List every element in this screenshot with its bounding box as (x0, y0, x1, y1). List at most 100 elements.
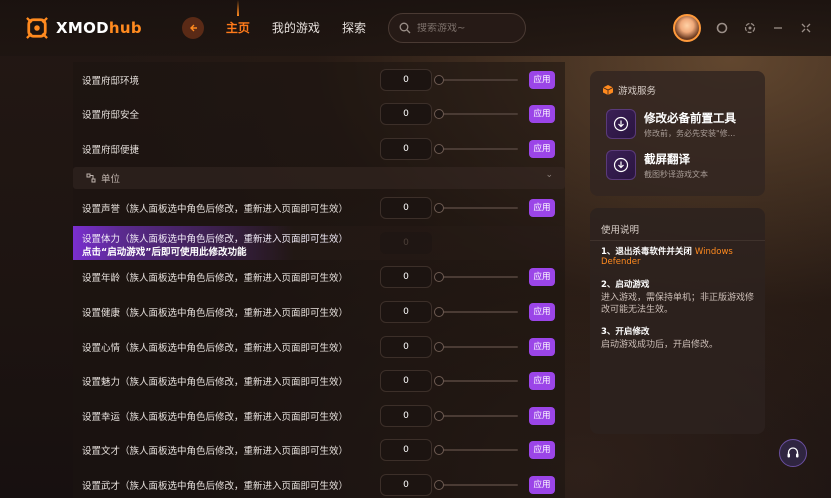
value-slider[interactable] (434, 203, 518, 213)
service-subtitle: 截图秒译游戏文本 (644, 169, 708, 179)
slider-thumb[interactable] (434, 342, 444, 352)
nav-home[interactable]: 主页 (226, 0, 250, 56)
apply-button[interactable]: 应用 (529, 338, 555, 356)
slider-thumb[interactable] (434, 203, 444, 213)
step-body: 进入游戏，需保持单机；非正版游戏修改可能无法生效。 (601, 293, 755, 315)
slider-thumb[interactable] (434, 109, 444, 119)
apply-button[interactable]: 应用 (529, 140, 555, 158)
list-item: 设置心情（族人面板选中角色后修改，重新进入页面即可生效） 0 应用 (73, 330, 565, 364)
apply-button[interactable]: 应用 (529, 268, 555, 286)
minimize-icon[interactable] (771, 21, 785, 35)
value-input[interactable]: 0 (380, 336, 432, 358)
settings-icon[interactable] (743, 21, 757, 35)
customer-support-button[interactable] (779, 439, 807, 467)
search-input[interactable] (416, 22, 517, 34)
services-header: 游戏服务 (602, 83, 656, 97)
back-button[interactable] (181, 17, 204, 39)
slider-thumb[interactable] (434, 144, 444, 154)
value-input[interactable]: 0 (380, 138, 432, 160)
list-item: 设置幸运（族人面板选中角色后修改，重新进入页面即可生效） 0 应用 (73, 399, 565, 433)
value-input[interactable]: 0 (380, 197, 432, 219)
value-slider[interactable] (434, 411, 518, 421)
row-label: 设置心情（族人面板选中角色后修改，重新进入页面即可生效） (82, 343, 349, 354)
services-title: 游戏服务 (618, 86, 657, 97)
value-slider[interactable] (434, 445, 518, 455)
usage-instructions-panel: 使用说明 1、退出杀毒软件并关闭 Windows Defender 2、启动游戏… (590, 208, 765, 434)
apply-button[interactable]: 应用 (529, 441, 555, 459)
search-box[interactable] (387, 13, 526, 43)
slider-thumb[interactable] (434, 307, 444, 317)
value-slider[interactable] (434, 109, 518, 119)
slider-thumb[interactable] (434, 445, 444, 455)
service-subtitle: 修改前，务必先安装"修... (644, 128, 736, 138)
user-avatar[interactable] (673, 14, 701, 42)
value-slider[interactable] (434, 75, 518, 85)
value-input[interactable]: 0 (380, 69, 432, 91)
slider-thumb[interactable] (434, 376, 444, 386)
list-item: 设置府邸便捷 0 应用 (73, 132, 565, 166)
row-label: 设置武才（族人面板选中角色后修改，重新进入页面即可生效） (82, 481, 349, 492)
xmod-logo-icon (26, 17, 48, 39)
close-icon[interactable] (799, 21, 813, 35)
apply-button[interactable]: 应用 (529, 407, 555, 425)
step-title-text: 1、退出杀毒软件并关闭 (601, 247, 692, 257)
row-label: 设置体力（族人面板选中角色后修改，重新进入页面即可生效） (82, 234, 349, 245)
apply-button[interactable]: 应用 (529, 476, 555, 494)
box-icon (602, 85, 614, 95)
help-step-1: 1、退出杀毒软件并关闭 Windows Defender (601, 245, 759, 267)
help-step-3: 3、开启修改 启动游戏成功后，开启修改。 (601, 325, 759, 351)
value-input[interactable]: 0 (380, 405, 432, 427)
list-item: 设置武才（族人面板选中角色后修改，重新进入页面即可生效） 0 应用 (73, 468, 565, 498)
list-item: 设置声誉（族人面板选中角色后修改，重新进入页面即可生效） 0 应用 (73, 191, 565, 225)
unit-icon (86, 173, 96, 183)
logo-prefix: XMOD (56, 19, 109, 37)
nav-my-games[interactable]: 我的游戏 (272, 0, 320, 56)
row-label: 设置府邸安全 (82, 110, 140, 121)
list-item: 设置府邸环境 0 应用 (73, 63, 565, 97)
apply-button[interactable]: 应用 (529, 71, 555, 89)
apply-button[interactable]: 应用 (529, 372, 555, 390)
row-label: 设置府邸便捷 (82, 145, 140, 156)
value-input[interactable]: 0 (380, 301, 432, 323)
cheat-list: 设置府邸环境 0 应用 设置府邸安全 0 应用 设置府邸便捷 0 应用 单位 ⌄… (73, 62, 565, 498)
slider-thumb[interactable] (434, 272, 444, 282)
step-title: 3、开启修改 (601, 327, 650, 337)
section-header-unit[interactable]: 单位 ⌄ (73, 167, 565, 189)
slider-thumb[interactable] (434, 411, 444, 421)
value-input[interactable]: 0 (380, 266, 432, 288)
arrow-left-icon (189, 24, 197, 32)
value-input[interactable]: 0 (380, 370, 432, 392)
nav-explore[interactable]: 探索 (342, 0, 366, 56)
service-title: 修改必备前置工具 (644, 110, 736, 125)
list-item: 设置健康（族人面板选中角色后修改，重新进入页面即可生效） 0 应用 (73, 295, 565, 329)
row-label: 设置魅力（族人面板选中角色后修改，重新进入页面即可生效） (82, 377, 349, 388)
app-logo[interactable]: XMODhub (26, 17, 142, 39)
apply-button[interactable]: 应用 (529, 303, 555, 321)
value-input[interactable]: 0 (380, 103, 432, 125)
value-slider[interactable] (434, 376, 518, 386)
value-slider[interactable] (434, 342, 518, 352)
value-slider[interactable] (434, 307, 518, 317)
help-step-2: 2、启动游戏 进入游戏，需保持单机；非正版游戏修改可能无法生效。 (601, 278, 759, 316)
list-item: 设置年龄（族人面板选中角色后修改，重新进入页面即可生效） 0 应用 (73, 260, 565, 294)
value-input[interactable]: 0 (380, 439, 432, 461)
top-bar: XMODhub 主页 我的游戏 探索 (0, 0, 831, 56)
window-controls (673, 14, 813, 42)
value-slider[interactable] (434, 272, 518, 282)
apply-button[interactable]: 应用 (529, 105, 555, 123)
download-icon (606, 150, 636, 180)
service-item-prerequisite-tool[interactable]: 修改必备前置工具 修改前，务必先安装"修... (606, 109, 736, 139)
section-label: 单位 (101, 174, 121, 185)
value-slider[interactable] (434, 144, 518, 154)
list-item: 设置文才（族人面板选中角色后修改，重新进入页面即可生效） 0 应用 (73, 433, 565, 467)
service-title: 截屏翻译 (644, 151, 690, 166)
list-item: 设置魅力（族人面板选中角色后修改，重新进入页面即可生效） 0 应用 (73, 364, 565, 398)
service-item-screenshot-translate[interactable]: 截屏翻译 截图秒译游戏文本 (606, 150, 708, 180)
value-input[interactable]: 0 (380, 474, 432, 496)
apply-button[interactable]: 应用 (529, 199, 555, 217)
slider-thumb[interactable] (434, 480, 444, 490)
slider-thumb[interactable] (434, 75, 444, 85)
value-slider[interactable] (434, 480, 518, 490)
download-icon (606, 109, 636, 139)
notification-icon[interactable] (715, 21, 729, 35)
